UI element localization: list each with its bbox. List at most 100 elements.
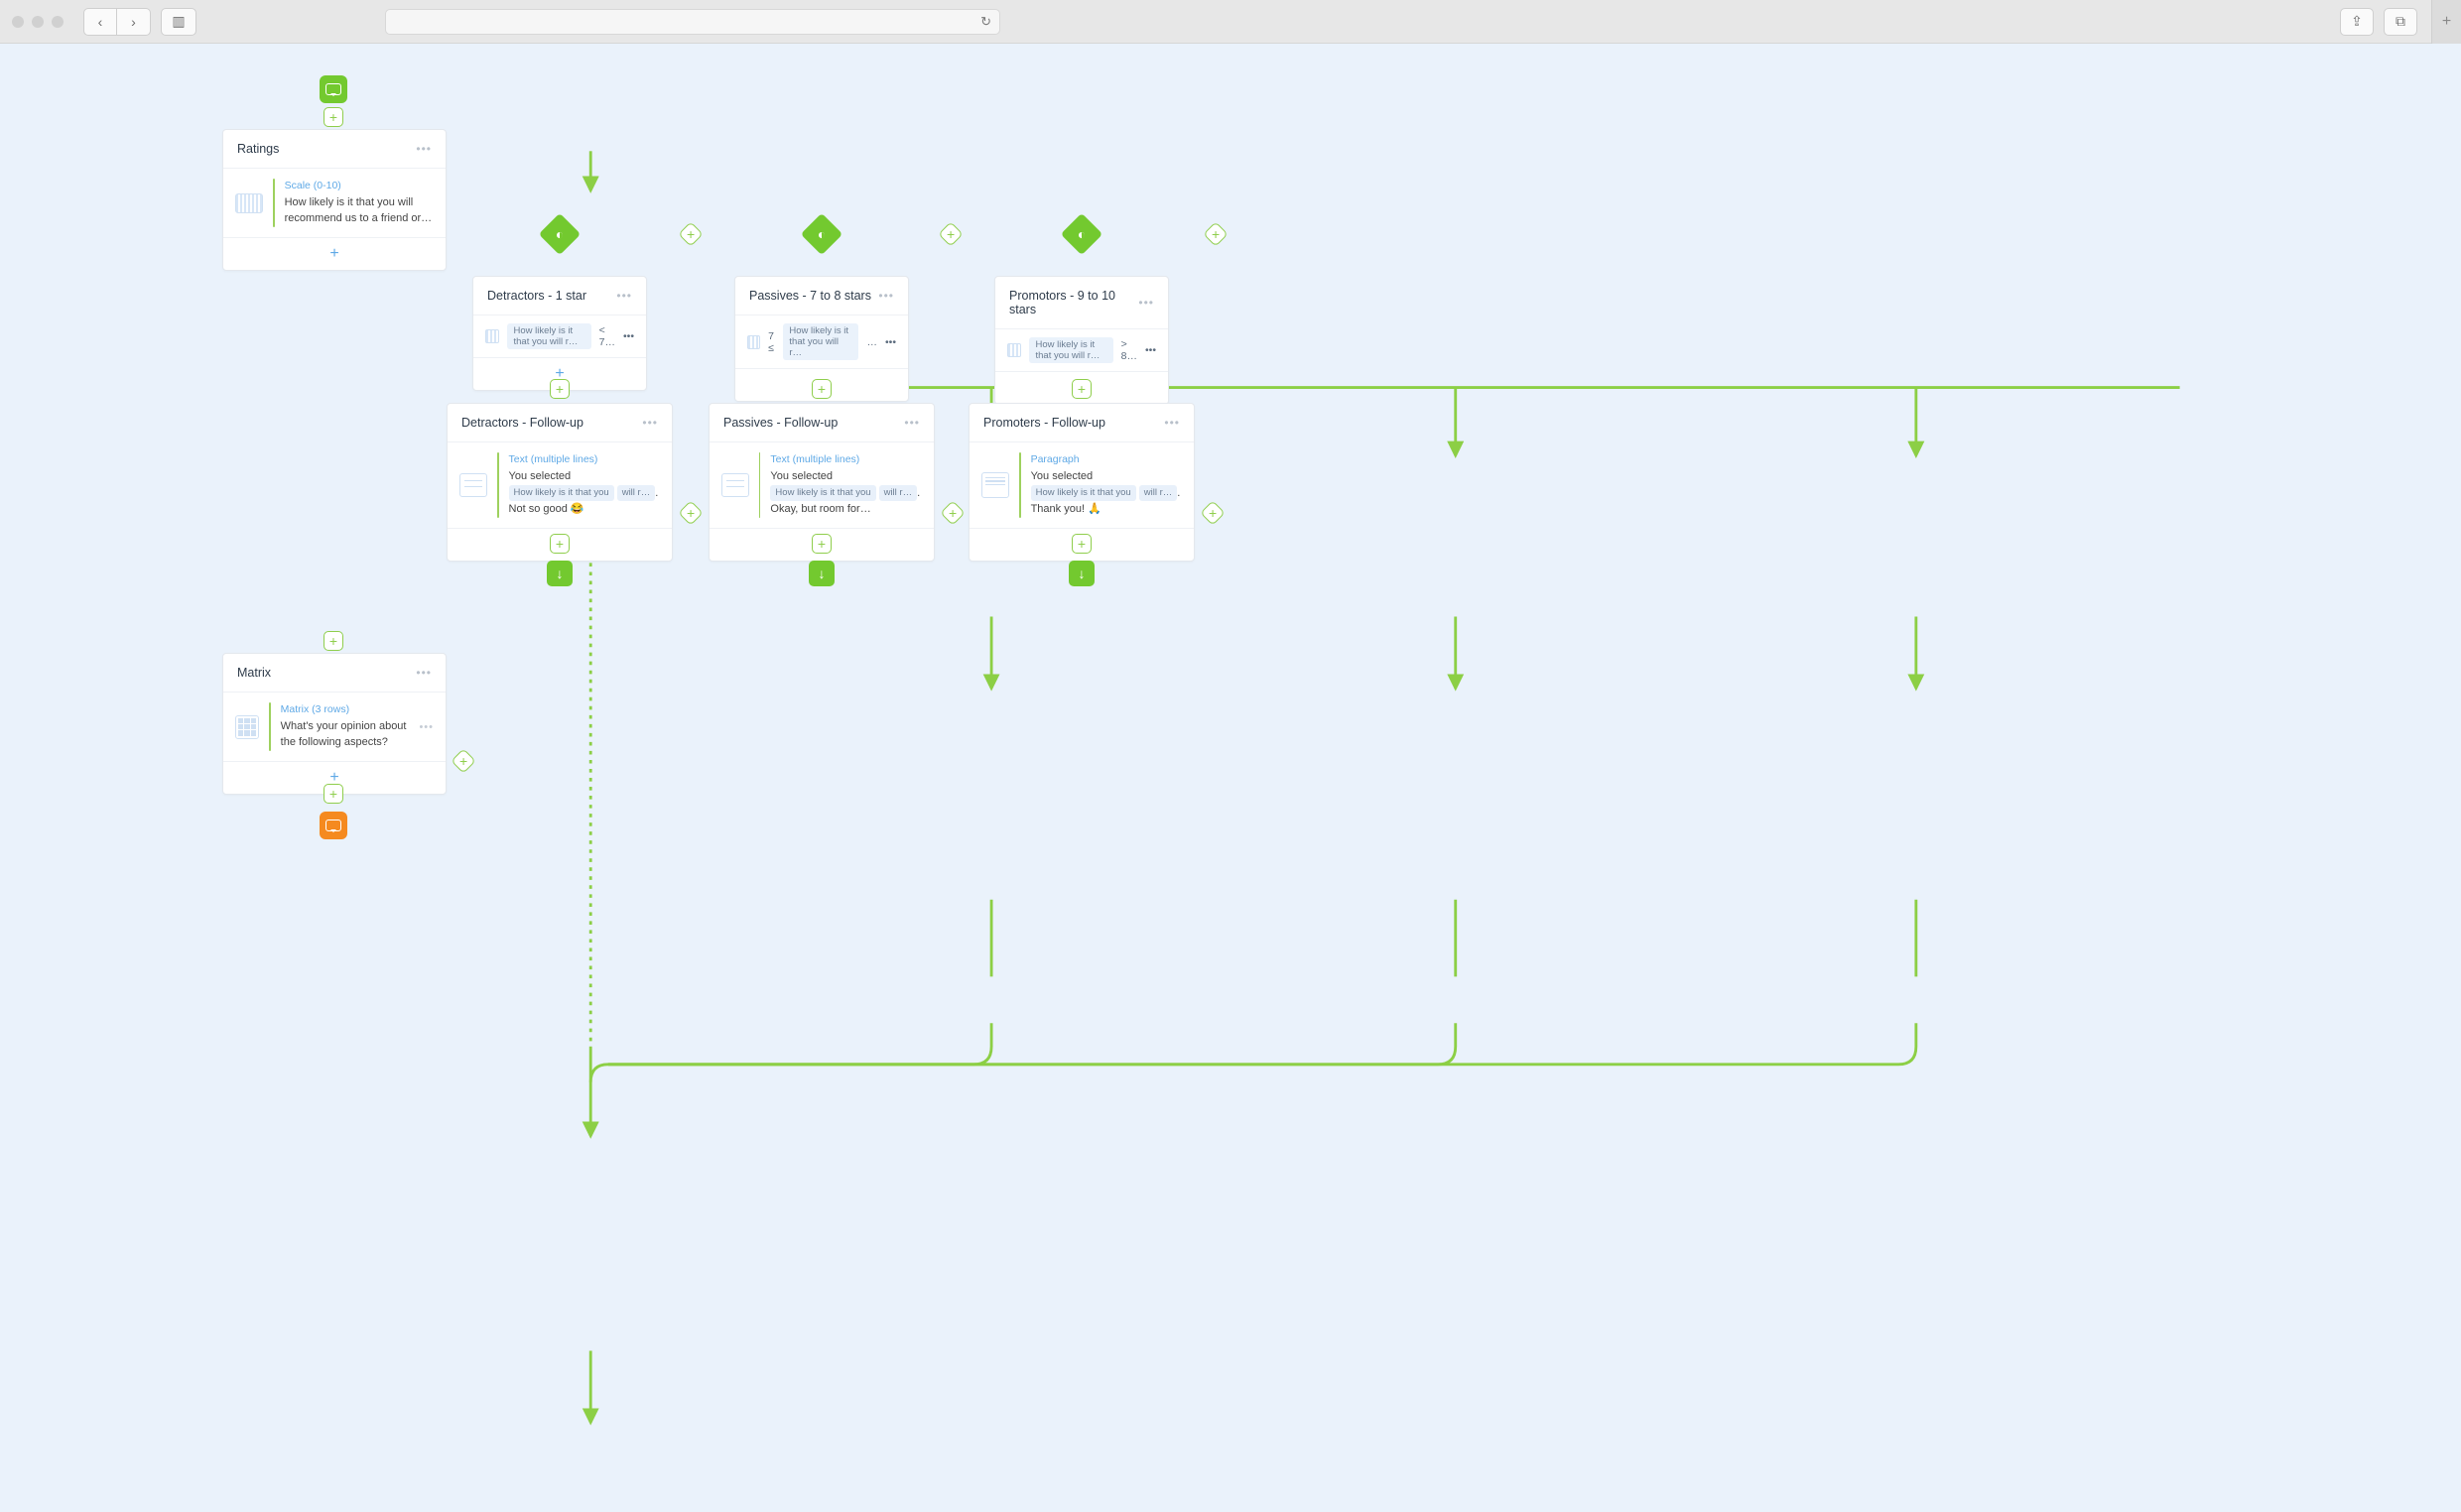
tabs-button[interactable]: ⧉ bbox=[2384, 8, 2417, 36]
add-branch-3[interactable]: + bbox=[1203, 221, 1228, 246]
add-branch-1[interactable]: + bbox=[678, 221, 703, 246]
add-after-passives-follow[interactable]: + bbox=[812, 534, 832, 554]
block-text-multiline[interactable]: Text (multiple lines) You selected How l… bbox=[710, 442, 934, 529]
block-type-label: Scale (0-10) bbox=[285, 179, 434, 193]
more-icon[interactable]: ••• bbox=[623, 330, 634, 342]
textarea-icon bbox=[721, 473, 749, 497]
block-type-label: Paragraph bbox=[1031, 452, 1182, 467]
textarea-icon bbox=[459, 473, 487, 497]
flow-canvas[interactable]: + Ratings ••• Scale (0-10) How likely is… bbox=[0, 44, 2461, 1512]
more-icon[interactable]: ••• bbox=[885, 336, 896, 348]
add-branch-after-passives-follow[interactable]: + bbox=[940, 500, 965, 525]
card-detractors-cond[interactable]: Detractors - 1 star ••• How likely is it… bbox=[472, 276, 647, 391]
reload-icon[interactable]: ↻ bbox=[980, 14, 991, 30]
tabs-icon: ⧉ bbox=[2396, 13, 2405, 30]
more-icon[interactable]: ••• bbox=[416, 142, 432, 156]
condition-icon: ◐ bbox=[1078, 226, 1086, 242]
question-ref: How likely is it that you bbox=[509, 485, 614, 501]
traffic-zoom[interactable] bbox=[52, 16, 64, 28]
card-title: Matrix bbox=[237, 666, 271, 680]
condition-row[interactable]: 7 ≤ How likely is it that you will r… … … bbox=[735, 315, 908, 369]
card-title: Passives - 7 to 8 stars bbox=[749, 289, 871, 303]
condition-row[interactable]: How likely is it that you will r… > 8… •… bbox=[995, 329, 1168, 372]
scale-icon bbox=[485, 329, 499, 343]
new-tab-button[interactable]: + bbox=[2431, 0, 2461, 44]
share-icon: ⇪ bbox=[2351, 13, 2363, 30]
more-icon[interactable]: ••• bbox=[1145, 344, 1156, 356]
more-icon[interactable]: ••• bbox=[419, 721, 434, 733]
merge-promoters[interactable]: ↓ bbox=[1069, 561, 1095, 586]
block-text: What's your opinion about the following … bbox=[281, 720, 407, 748]
condition-node-promotors[interactable]: ◐ bbox=[1067, 219, 1097, 249]
add-after-promoters-follow[interactable]: + bbox=[1072, 534, 1092, 554]
more-icon[interactable]: ••• bbox=[1138, 296, 1154, 310]
add-after-passives-cond[interactable]: + bbox=[812, 379, 832, 399]
add-after-start[interactable]: + bbox=[324, 107, 343, 127]
sidebar-icon: ▥ bbox=[172, 13, 185, 30]
merge-detractors[interactable]: ↓ bbox=[547, 561, 573, 586]
condition-operator: < 7… bbox=[599, 324, 615, 348]
merge-passives[interactable]: ↓ bbox=[809, 561, 835, 586]
more-icon[interactable]: ••• bbox=[416, 666, 432, 680]
condition-node-detractors[interactable]: ◐ bbox=[545, 219, 575, 249]
more-icon[interactable]: ••• bbox=[1164, 416, 1180, 430]
condition-question-ref: How likely is it that you will r… bbox=[1029, 337, 1112, 363]
traffic-close[interactable] bbox=[12, 16, 24, 28]
card-title: Promoters - Follow-up bbox=[983, 416, 1105, 430]
end-node[interactable] bbox=[320, 812, 347, 839]
condition-node-passives[interactable]: ◐ bbox=[807, 219, 837, 249]
arrow-down-icon: ↓ bbox=[557, 566, 564, 581]
card-title: Promotors - 9 to 10 stars bbox=[1009, 289, 1138, 316]
more-icon[interactable]: ••• bbox=[878, 289, 894, 303]
add-branch-after-matrix[interactable]: + bbox=[451, 748, 475, 773]
block-scale[interactable]: Scale (0-10) How likely is it that you w… bbox=[223, 169, 446, 238]
condition-question-ref: How likely is it that you will r… bbox=[507, 323, 590, 349]
plus-icon: + bbox=[2442, 13, 2451, 31]
paragraph-icon bbox=[981, 472, 1009, 498]
block-prefix: You selected bbox=[1031, 470, 1094, 482]
arrow-down-icon: ↓ bbox=[819, 566, 826, 581]
add-after-matrix[interactable]: + bbox=[324, 784, 343, 804]
block-paragraph[interactable]: Paragraph You selected How likely is it … bbox=[970, 442, 1194, 529]
browser-chrome: ‹ › ▥ ↻ ⇪ ⧉ + bbox=[0, 0, 2461, 44]
condition-operator: > 8… bbox=[1121, 338, 1137, 362]
add-after-detractors-follow[interactable]: + bbox=[550, 534, 570, 554]
block-matrix[interactable]: Matrix (3 rows) What's your opinion abou… bbox=[223, 693, 446, 762]
block-text: How likely is it that you will recommend… bbox=[285, 196, 433, 224]
window-traffic-lights bbox=[12, 16, 64, 28]
more-icon[interactable]: ••• bbox=[642, 416, 658, 430]
forward-button[interactable]: › bbox=[117, 8, 151, 36]
card-title: Detractors - Follow-up bbox=[461, 416, 583, 430]
share-button[interactable]: ⇪ bbox=[2340, 8, 2374, 36]
address-bar[interactable]: ↻ bbox=[385, 9, 1000, 35]
scale-icon bbox=[235, 193, 263, 213]
question-ref: How likely is it that you bbox=[1031, 485, 1136, 501]
more-icon[interactable]: ••• bbox=[616, 289, 632, 303]
block-text-multiline[interactable]: Text (multiple lines) You selected How l… bbox=[448, 442, 672, 529]
chevron-left-icon: ‹ bbox=[98, 14, 103, 30]
add-block-button[interactable]: + bbox=[223, 238, 446, 270]
add-after-promotors-cond[interactable]: + bbox=[1072, 379, 1092, 399]
scale-icon bbox=[1007, 343, 1021, 357]
question-ref-cont: will r… bbox=[879, 485, 918, 501]
add-after-detractors-cond[interactable]: + bbox=[550, 379, 570, 399]
traffic-minimize[interactable] bbox=[32, 16, 44, 28]
card-ratings[interactable]: Ratings ••• Scale (0-10) How likely is i… bbox=[222, 129, 447, 271]
add-before-matrix[interactable]: + bbox=[324, 631, 343, 651]
matrix-icon bbox=[235, 715, 259, 739]
back-button[interactable]: ‹ bbox=[83, 8, 117, 36]
add-branch-after-detractors-follow[interactable]: + bbox=[678, 500, 703, 525]
card-matrix[interactable]: Matrix ••• Matrix (3 rows) What's your o… bbox=[222, 653, 447, 795]
add-branch-after-promoters-follow[interactable]: + bbox=[1200, 500, 1225, 525]
add-branch-2[interactable]: + bbox=[938, 221, 963, 246]
more-icon[interactable]: ••• bbox=[904, 416, 920, 430]
block-type-label: Text (multiple lines) bbox=[509, 452, 660, 467]
arrow-down-icon: ↓ bbox=[1079, 566, 1086, 581]
condition-operator-right: … bbox=[866, 336, 877, 348]
start-node[interactable] bbox=[320, 75, 347, 103]
block-type-label: Matrix (3 rows) bbox=[281, 702, 410, 717]
scale-icon bbox=[747, 335, 760, 349]
condition-row[interactable]: How likely is it that you will r… < 7… •… bbox=[473, 315, 646, 358]
question-ref: How likely is it that you bbox=[770, 485, 875, 501]
sidebar-toggle-button[interactable]: ▥ bbox=[161, 8, 196, 36]
